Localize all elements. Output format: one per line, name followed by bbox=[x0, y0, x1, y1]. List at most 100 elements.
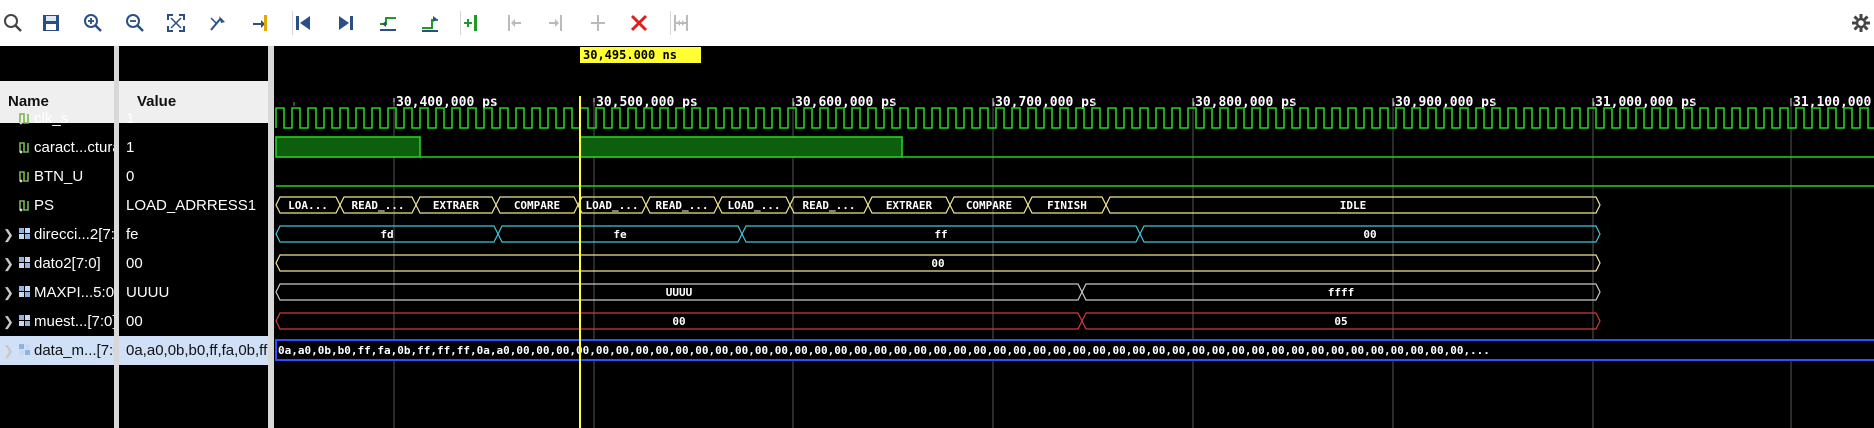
direccion-value: fd bbox=[380, 228, 393, 241]
expand-chevron-icon[interactable]: ❯ bbox=[3, 249, 14, 278]
signal-name-row[interactable]: caract...ctura bbox=[0, 133, 114, 162]
signal-value-row[interactable]: UUUU bbox=[119, 278, 268, 307]
signal-value-row[interactable]: 0 bbox=[119, 162, 268, 191]
delete-icon bbox=[630, 14, 648, 32]
marker-button[interactable] bbox=[247, 10, 273, 36]
bus-signal-icon bbox=[19, 344, 30, 355]
swap-cursors-icon bbox=[591, 15, 605, 31]
signal-value-row[interactable]: 1 bbox=[119, 133, 268, 162]
caract-high-pulse-1 bbox=[275, 136, 421, 158]
ps-value: EXTRAER bbox=[886, 199, 933, 212]
waveform-viewer[interactable]: 30,400,000 ps 30,500,000 ps 30,600,000 ps 3… bbox=[274, 46, 1874, 428]
signal-name-row[interactable]: ❯ data_m...[7:0 bbox=[0, 336, 114, 365]
zoom-fit-button[interactable] bbox=[163, 10, 189, 36]
direccion-value: ff bbox=[934, 228, 947, 241]
add-marker-icon bbox=[464, 15, 477, 31]
bit-signal-icon bbox=[19, 200, 29, 212]
search-icon bbox=[4, 14, 22, 32]
search-button[interactable] bbox=[0, 10, 26, 36]
name-column: Name clk_s caract...ctura BTN_U PS ❯ direcci.… bbox=[0, 46, 114, 428]
cursor-time-label: 30,495.000 ns bbox=[583, 48, 677, 62]
next-transition-icon bbox=[422, 16, 438, 32]
go-to-start-icon bbox=[296, 16, 310, 30]
signal-value-row[interactable]: 00 bbox=[119, 249, 268, 278]
signal-list-panel: Name clk_s caract...ctura BTN_U PS ❯ direcci.… bbox=[0, 46, 268, 428]
signal-name: BTN_U bbox=[34, 168, 84, 185]
maxpi-value: ffff bbox=[1328, 286, 1355, 299]
ps-value: COMPARE bbox=[966, 199, 1012, 212]
next-marker-button[interactable] bbox=[543, 10, 569, 36]
ps-value: EXTRAER bbox=[433, 199, 480, 212]
signal-name-row[interactable]: PS bbox=[0, 191, 114, 220]
signal-name: PS bbox=[34, 197, 55, 214]
go-to-end-icon bbox=[339, 16, 353, 30]
waveform-canvas[interactable]: 30,400,000 ps 30,500,000 ps 30,600,000 ps 3… bbox=[274, 46, 1874, 428]
previous-transition-icon bbox=[380, 17, 396, 31]
next-transition-button[interactable] bbox=[417, 10, 443, 36]
snap-button[interactable] bbox=[668, 10, 694, 36]
toolbar-separator bbox=[292, 11, 293, 35]
cursor-icon bbox=[210, 16, 225, 31]
expand-chevron-icon[interactable]: ❯ bbox=[3, 336, 14, 365]
zoom-fit-icon bbox=[167, 14, 185, 32]
bus-signal-icon bbox=[19, 286, 30, 297]
expand-chevron-icon[interactable]: ❯ bbox=[3, 278, 14, 307]
next-marker-icon bbox=[549, 15, 562, 31]
signal-name-row[interactable]: BTN_U bbox=[0, 162, 114, 191]
signal-name: muest...[7:0] bbox=[34, 313, 114, 330]
waveform-toolbar bbox=[0, 0, 1874, 47]
ps-value: LOAD_... bbox=[586, 199, 639, 212]
signal-value-row[interactable]: fe bbox=[119, 220, 268, 249]
signal-name-row[interactable]: ❯ direcci...2[7:0] bbox=[0, 220, 114, 249]
muest-value: 05 bbox=[1334, 315, 1347, 328]
gear-icon bbox=[1852, 14, 1870, 32]
ps-value: IDLE bbox=[1340, 199, 1367, 212]
ps-value: READ_... bbox=[803, 199, 856, 212]
go-to-end-button[interactable] bbox=[333, 10, 359, 36]
signal-name-row[interactable]: ❯ dato2[7:0] bbox=[0, 249, 114, 278]
swap-cursors-button[interactable] bbox=[585, 10, 611, 36]
expand-chevron-icon[interactable]: ❯ bbox=[3, 220, 14, 249]
maxpi-value: UUUU bbox=[666, 286, 693, 299]
signal-value: 1 bbox=[126, 139, 135, 156]
ps-value: FINISH bbox=[1047, 199, 1087, 212]
toolbar-separator bbox=[460, 11, 461, 35]
signal-name: dato2[7:0] bbox=[34, 255, 101, 272]
expand-chevron-icon[interactable]: ❯ bbox=[3, 307, 14, 336]
signal-name: MAXPI...5:0] bbox=[34, 284, 114, 301]
bus-signal-icon bbox=[19, 257, 30, 268]
signal-name-row[interactable]: ❯ MAXPI...5:0] bbox=[0, 278, 114, 307]
bit-signal-icon bbox=[19, 171, 29, 183]
signal-value-row[interactable]: 1 bbox=[119, 104, 268, 133]
add-marker-button[interactable] bbox=[459, 10, 485, 36]
signal-name-row[interactable]: clk_s bbox=[0, 104, 114, 133]
signal-value: 1 bbox=[126, 110, 135, 127]
go-to-start-button[interactable] bbox=[290, 10, 316, 36]
toolbar-separator bbox=[670, 11, 671, 35]
signal-value: fe bbox=[126, 226, 139, 243]
signal-value: 00 bbox=[126, 313, 143, 330]
ps-value: COMPARE bbox=[514, 199, 560, 212]
previous-marker-button[interactable] bbox=[501, 10, 527, 36]
save-button[interactable] bbox=[38, 10, 64, 36]
zoom-in-button[interactable] bbox=[80, 10, 106, 36]
signal-name: data_m...[7:0 bbox=[34, 342, 114, 359]
signal-value: 00 bbox=[126, 255, 143, 272]
cursor-to-zero-button[interactable] bbox=[205, 10, 231, 36]
signal-value-row[interactable]: LOAD_ADRRESS1 bbox=[119, 191, 268, 220]
muest-value: 00 bbox=[672, 315, 685, 328]
ps-value: READ_... bbox=[656, 199, 709, 212]
caract-high-pulse-2 bbox=[579, 136, 903, 158]
zoom-out-button[interactable] bbox=[122, 10, 148, 36]
settings-button[interactable] bbox=[1848, 10, 1874, 36]
bit-signal-icon bbox=[19, 113, 29, 125]
previous-marker-icon bbox=[508, 15, 521, 31]
delete-button[interactable] bbox=[626, 10, 652, 36]
signal-value-row[interactable]: 0a,a0,0b,b0,ff,fa,0b,ff, bbox=[119, 336, 268, 365]
previous-transition-button[interactable] bbox=[375, 10, 401, 36]
signal-value: 0a,a0,0b,b0,ff,fa,0b,ff, bbox=[126, 342, 268, 359]
signal-name-row[interactable]: ❯ muest...[7:0] bbox=[0, 307, 114, 336]
ps-value: READ_... bbox=[352, 199, 405, 212]
signal-value-row[interactable]: 00 bbox=[119, 307, 268, 336]
snap-icon bbox=[674, 15, 688, 31]
